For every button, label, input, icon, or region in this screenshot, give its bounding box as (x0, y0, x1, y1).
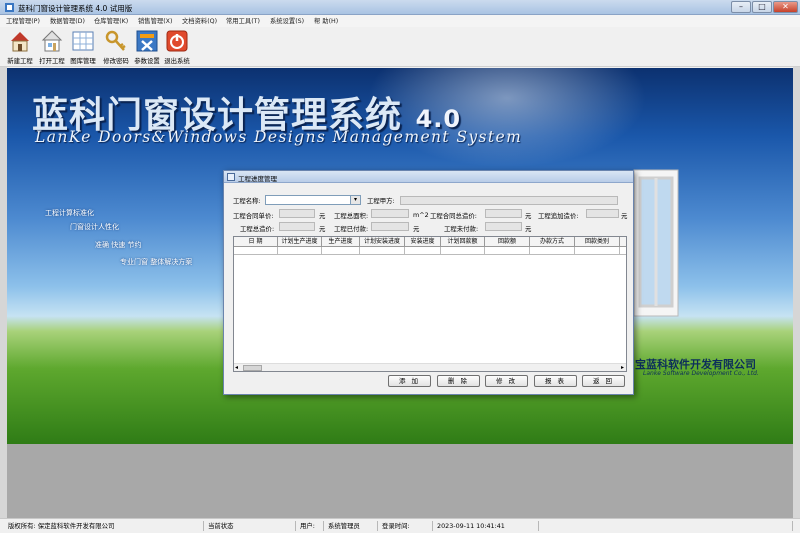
back-button[interactable]: 返 回 (582, 375, 625, 387)
status-copyright: 版权所有: 保定蓝科软件开发有限公司 (6, 521, 204, 531)
workspace-empty-area (7, 444, 793, 518)
col-payment[interactable]: 回款额 (485, 237, 530, 247)
project-name-label: 工程名称: (233, 197, 261, 205)
total-area-field[interactable] (371, 209, 409, 218)
table-header: 日 期 计划生产进度 生产进度 计划安装进度 安装进度 计划回款额 回款额 办款… (234, 237, 626, 247)
add-button[interactable]: 添 加 (388, 375, 431, 387)
unit-yuan: 元 (621, 212, 628, 220)
scroll-thumb[interactable] (243, 365, 262, 371)
status-user: 系统管理员 (326, 521, 378, 531)
delete-button[interactable]: 删 除 (437, 375, 480, 387)
window-frame-graphic (633, 169, 679, 317)
toolbar: 新建工程 打开工程 图库管理 修改密码 参数设置 退出系统 (0, 27, 800, 67)
unit-yuan: 元 (525, 225, 532, 233)
unpaid-field[interactable] (485, 222, 522, 231)
status-login-time: 2023-09-11 10:41:41 (435, 521, 539, 531)
horizontal-scrollbar[interactable]: ◂ ▸ (234, 363, 626, 371)
project-name-select[interactable]: ▾ (265, 195, 361, 205)
col-date[interactable]: 日 期 (234, 237, 278, 247)
status-bar: 版权所有: 保定蓝科软件开发有限公司 当前状态 用户: 系统管理员 登录时间: … (0, 518, 800, 533)
menu-bar: 工程管理(P) 数据管理(D) 仓库管理(K) 销售管理(X) 文档资料(Q) … (0, 15, 800, 27)
gallery-button[interactable]: 图库管理 (70, 28, 96, 65)
maximize-button[interactable]: □ (752, 1, 772, 13)
menu-settings[interactable]: 系统设置(S) (270, 16, 304, 25)
scroll-left-icon[interactable]: ◂ (235, 364, 238, 371)
scroll-right-icon[interactable]: ▸ (621, 364, 624, 371)
close-button[interactable]: ✕ (773, 1, 798, 13)
open-project-icon (41, 30, 63, 52)
total-area-label: 工程总面积: (334, 212, 369, 220)
col-planned-production[interactable]: 计划生产进度 (278, 237, 322, 247)
window-title-bar[interactable]: 蓝科门窗设计管理系统 4.0 试用版 – □ ✕ (0, 0, 800, 15)
paid-label: 工程已付款: (334, 225, 369, 233)
open-project-button[interactable]: 打开工程 (38, 28, 66, 65)
app-icon (5, 3, 14, 12)
col-payment-type[interactable]: 回款类别 (575, 237, 620, 247)
unit-area: m^2 (413, 211, 429, 219)
unit-yuan: 元 (525, 212, 532, 220)
contract-total-field[interactable] (485, 209, 522, 218)
chevron-down-icon: ▾ (350, 196, 360, 204)
menu-warehouse[interactable]: 仓库管理(K) (94, 16, 128, 25)
col-production[interactable]: 生产进度 (322, 237, 360, 247)
power-icon (166, 30, 188, 52)
table-row[interactable] (234, 247, 626, 255)
menu-documents[interactable]: 文档资料(Q) (182, 16, 217, 25)
menu-sales[interactable]: 销售管理(X) (138, 16, 172, 25)
company-name-en: Lanke Software Development Co., Ltd. (643, 370, 759, 377)
unit-yuan: 元 (319, 212, 326, 220)
dialog-title-bar[interactable]: 工程进度管理 (224, 171, 633, 183)
status-empty (541, 521, 793, 531)
party-a-label: 工程甲方: (367, 197, 395, 205)
new-project-icon (11, 32, 29, 52)
contract-unit-price-field[interactable] (279, 209, 315, 218)
new-project-button[interactable]: 新建工程 (6, 28, 34, 65)
settings-icon (136, 30, 158, 52)
paid-field[interactable] (371, 222, 409, 231)
minimize-button[interactable]: – (731, 1, 751, 13)
status-user-label: 用户: (298, 521, 324, 531)
menu-data[interactable]: 数据管理(D) (50, 16, 85, 25)
exit-button[interactable]: 退出系统 (164, 28, 190, 65)
col-payment-method[interactable]: 办款方式 (530, 237, 575, 247)
brand-subtitle: LanKe Doors&Windows Designs Management S… (35, 128, 523, 146)
col-planned-payment[interactable]: 计划回款额 (441, 237, 485, 247)
col-planned-install[interactable]: 计划安装进度 (360, 237, 405, 247)
slogan: 专业门窗 整体解决方案 (120, 258, 193, 266)
parameter-settings-button[interactable]: 参数设置 (134, 28, 160, 65)
total-cost-field[interactable] (279, 222, 315, 231)
menu-tools[interactable]: 常用工具(T) (226, 16, 260, 25)
dialog-icon (227, 173, 235, 181)
unit-yuan: 元 (319, 225, 326, 233)
status-login-label: 登录时间: (380, 521, 433, 531)
slogan: 工程计算标准化 (45, 209, 94, 217)
status-state-label: 当前状态 (206, 521, 296, 531)
key-icon (105, 30, 126, 51)
left-frame (0, 67, 7, 518)
edit-button[interactable]: 修 改 (485, 375, 528, 387)
contract-total-label: 工程合同总造价: (430, 212, 477, 220)
contract-unit-price-label: 工程合同单价: (233, 212, 274, 220)
total-cost-label: 工程总造价: (240, 225, 275, 233)
col-install[interactable]: 安装进度 (405, 237, 441, 247)
change-password-button[interactable]: 修改密码 (103, 28, 129, 65)
progress-table[interactable]: 日 期 计划生产进度 生产进度 计划安装进度 安装进度 计划回款额 回款额 办款… (233, 236, 627, 372)
party-a-field[interactable] (400, 196, 618, 205)
menu-project[interactable]: 工程管理(P) (6, 16, 40, 25)
menu-help[interactable]: 帮 助(H) (314, 16, 338, 25)
slogan: 门窗设计人性化 (70, 223, 119, 231)
window-title: 蓝科门窗设计管理系统 4.0 试用版 (18, 4, 133, 13)
dialog-title: 工程进度管理 (238, 175, 277, 183)
right-frame (793, 67, 800, 518)
gallery-icon (72, 31, 94, 51)
add-cost-label: 工程追加造价: (538, 212, 579, 220)
project-progress-dialog: 工程进度管理 工程名称: ▾ 工程甲方: 工程合同单价: 元 工程总面积: m^… (223, 170, 634, 395)
slogan: 准确 快速 节约 (95, 241, 142, 249)
add-cost-field[interactable] (586, 209, 619, 218)
unpaid-label: 工程未付款: (444, 225, 479, 233)
report-button[interactable]: 报 表 (534, 375, 577, 387)
unit-yuan: 元 (413, 225, 420, 233)
